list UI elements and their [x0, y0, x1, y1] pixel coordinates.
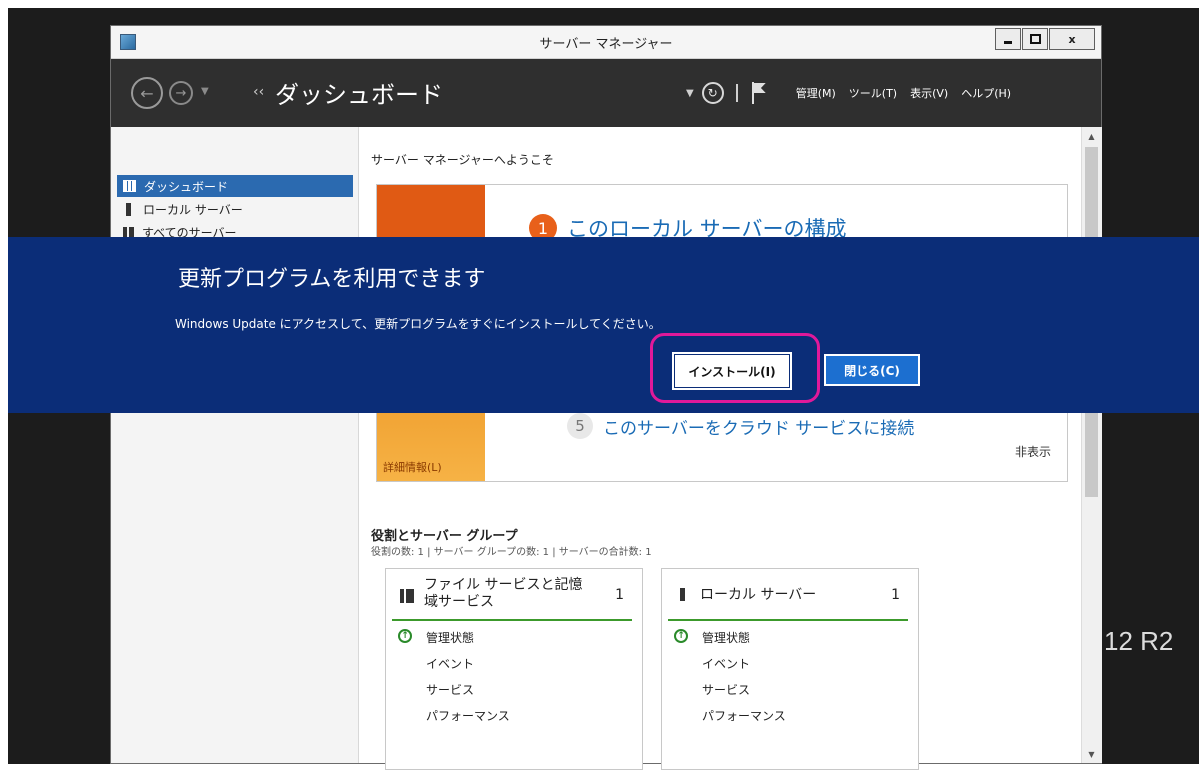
banner-title: 更新プログラムを利用できます	[178, 266, 486, 291]
toolbar-right: ▼ ↻ 管理(M) ツール(T) 表示(V) ヘルプ(H)	[686, 79, 1024, 107]
install-highlight-annotation	[650, 333, 820, 403]
notification-flag-icon[interactable]	[750, 82, 768, 104]
scroll-up-icon[interactable]: ▲	[1084, 129, 1099, 143]
menu-manage[interactable]: 管理(M)	[796, 85, 836, 101]
step-label: このサーバーをクラウド サービスに接続	[603, 418, 915, 439]
maximize-icon	[1029, 34, 1041, 44]
tile-status-line	[392, 619, 632, 621]
refresh-icon[interactable]: ↻	[701, 82, 724, 104]
step-connect-cloud[interactable]: 5 このサーバーをクラウド サービスに接続	[567, 413, 914, 439]
toolbar-separator	[735, 84, 738, 102]
tile-count: 1	[615, 587, 624, 603]
desktop-edition-text: 12 R2	[1104, 626, 1174, 656]
maximize-button[interactable]	[1022, 28, 1048, 50]
menu-help[interactable]: ヘルプ(H)	[961, 85, 1011, 101]
server-icon	[680, 588, 685, 601]
learn-more-link[interactable]: 詳細情報(L)	[383, 459, 442, 475]
main-menu: 管理(M) ツール(T) 表示(V) ヘルプ(H)	[796, 85, 1024, 101]
minimize-icon	[1004, 40, 1012, 44]
tile-local-server[interactable]: ローカル サーバー 1 ↑ 管理状態 イベント サービス パフォーマンス	[661, 568, 919, 770]
tile-title: ファイル サービスと記憶域サービス	[424, 577, 583, 610]
sidebar-item-label: ダッシュボード	[144, 179, 229, 194]
sidebar-item-dashboard[interactable]: ダッシュボード	[117, 175, 353, 197]
back-button[interactable]: ←	[131, 77, 163, 109]
minimize-button[interactable]	[995, 28, 1021, 50]
status-ok-icon: ↑	[674, 629, 688, 643]
title-bar[interactable]: サーバー マネージャー x	[111, 26, 1101, 59]
tile-row-services[interactable]: サービス	[426, 681, 474, 698]
tile-count: 1	[891, 587, 900, 603]
tile-header[interactable]: ローカル サーバー 1	[662, 569, 918, 621]
dashboard-content: サーバー マネージャーへようこそ 詳細情報(L) 1 このローカル サーバーの構…	[359, 127, 1081, 770]
history-dropdown-icon[interactable]: ▼	[201, 86, 209, 97]
servers-icon	[123, 226, 134, 238]
tile-row-services[interactable]: サービス	[702, 681, 750, 698]
sidebar: ダッシュボード ローカル サーバー すべてのサーバー	[111, 127, 359, 763]
breadcrumb-title: ダッシュボード	[275, 82, 443, 109]
tile-file-storage-services[interactable]: ファイル サービスと記憶域サービス 1 ↑ 管理状態 イベント サービス パフォ…	[385, 568, 643, 770]
welcome-heading: サーバー マネージャーへようこそ	[371, 153, 554, 167]
sidebar-item-label: ローカル サーバー	[143, 202, 243, 217]
hide-link[interactable]: 非表示	[1015, 443, 1051, 460]
window-title: サーバー マネージャー	[539, 37, 673, 52]
forward-arrow-icon: →	[175, 85, 187, 101]
tile-row-manageability[interactable]: 管理状態	[702, 629, 750, 646]
roles-summary: 役割の数: 1 | サーバー グループの数: 1 | サーバーの合計数: 1	[371, 547, 652, 558]
tile-row-manageability[interactable]: 管理状態	[426, 629, 474, 646]
file-services-icon	[400, 589, 414, 603]
tile-status-line	[668, 619, 908, 621]
tile-row-performance[interactable]: パフォーマンス	[702, 707, 786, 724]
roles-heading: 役割とサーバー グループ	[371, 529, 518, 544]
sidebar-item-local-server[interactable]: ローカル サーバー	[117, 198, 353, 220]
vertical-scrollbar[interactable]: ▲ ▼	[1081, 127, 1102, 763]
back-arrow-icon: ←	[140, 83, 154, 103]
window-controls: x	[994, 28, 1095, 50]
banner-message: Windows Update にアクセスして、更新プログラムをすぐにインストール…	[175, 317, 661, 331]
step-number-badge: 5	[567, 413, 593, 439]
menu-view[interactable]: 表示(V)	[910, 85, 948, 101]
tile-row-events[interactable]: イベント	[702, 655, 750, 672]
tile-title: ローカル サーバー	[700, 587, 817, 603]
update-notification-banner: 更新プログラムを利用できます Windows Update にアクセスして、更新…	[8, 237, 1199, 413]
dashboard-icon	[123, 180, 136, 192]
breadcrumb-chevron-icon[interactable]: ‹‹	[253, 84, 264, 100]
status-ok-icon: ↑	[398, 629, 412, 643]
scroll-down-icon[interactable]: ▼	[1084, 747, 1099, 761]
navigation-bar: ← → ▼ ‹‹ ダッシュボード ▼ ↻ 管理(M) ツール(T) 表示(V) …	[111, 59, 1101, 127]
close-window-button[interactable]: x	[1049, 28, 1095, 50]
server-icon	[126, 202, 131, 216]
refresh-dropdown-icon[interactable]: ▼	[686, 88, 694, 99]
forward-button[interactable]: →	[169, 81, 193, 105]
tile-header[interactable]: ファイル サービスと記憶域サービス 1	[386, 569, 642, 621]
close-button[interactable]: 閉じる(C)	[824, 354, 920, 386]
tile-row-events[interactable]: イベント	[426, 655, 474, 672]
menu-tools[interactable]: ツール(T)	[849, 85, 897, 101]
tile-row-performance[interactable]: パフォーマンス	[426, 707, 510, 724]
